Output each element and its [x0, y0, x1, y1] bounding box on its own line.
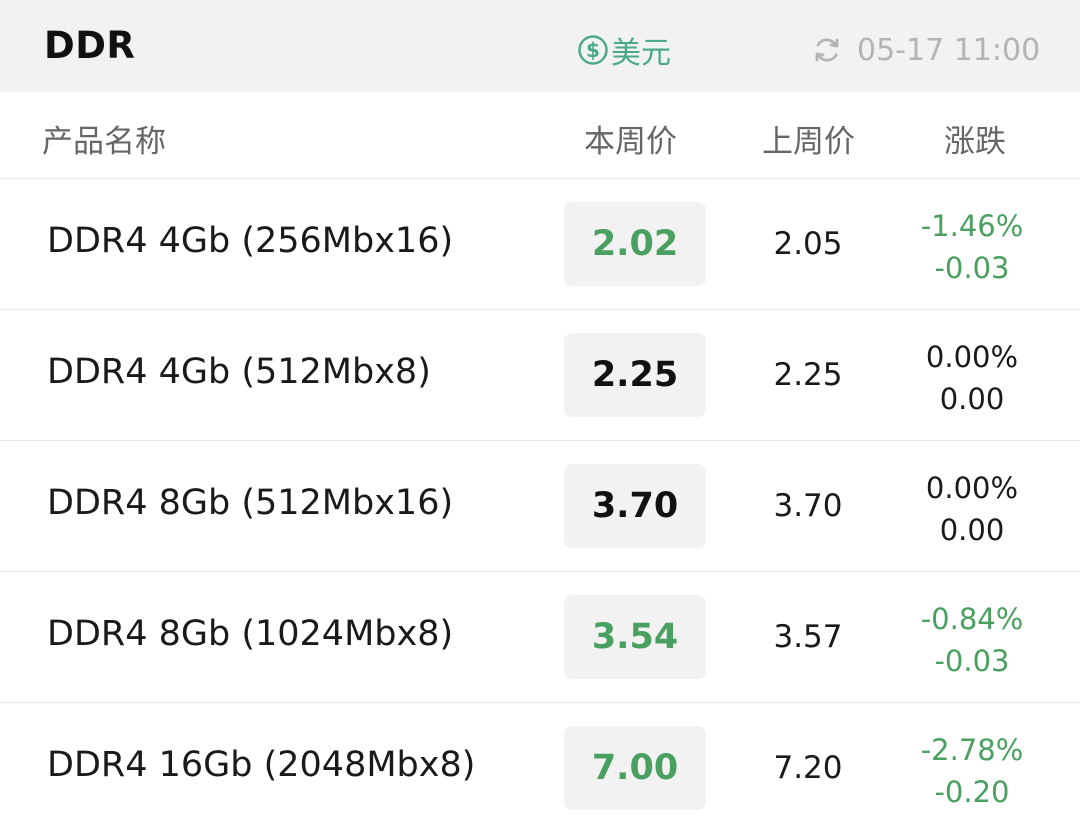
change-amount: 0.00 — [939, 382, 1005, 416]
price-change: -2.78% -0.20 — [900, 729, 1044, 813]
product-name: DDR4 16Gb (2048Mbx8) — [47, 745, 476, 785]
column-header-last-week[interactable]: 上周价 — [762, 116, 855, 161]
last-week-price: 7.20 — [773, 750, 843, 786]
column-header-this-week[interactable]: 本周价 — [584, 116, 677, 161]
price-change: -0.84% -0.03 — [900, 598, 1044, 682]
change-amount: 0.00 — [939, 513, 1005, 547]
table-row[interactable]: DDR4 4Gb (256Mbx16) 2.02 2.05 -1.46% -0.… — [0, 179, 1080, 310]
change-percent: -2.78% — [920, 733, 1024, 767]
change-amount: -0.03 — [934, 251, 1010, 285]
this-week-price: 3.54 — [564, 595, 706, 679]
price-change: 0.00% 0.00 — [900, 336, 1044, 420]
price-change: 0.00% 0.00 — [900, 467, 1044, 551]
table-row[interactable]: DDR4 16Gb (2048Mbx8) 7.00 7.20 -2.78% -0… — [0, 703, 1080, 833]
page-title: DDR — [44, 24, 136, 67]
this-week-price: 2.25 — [564, 333, 706, 417]
column-header-change[interactable]: 涨跌 — [944, 116, 1006, 161]
refresh-control[interactable]: 05-17 11:00 — [811, 30, 1040, 70]
table-header: 产品名称 本周价 上周价 涨跌 — [0, 92, 1080, 179]
refresh-icon — [815, 38, 839, 62]
change-percent: -0.84% — [920, 602, 1024, 636]
updated-time: 05-17 11:00 — [857, 32, 1041, 68]
change-percent: -1.46% — [920, 209, 1024, 243]
currency-toggle[interactable]: $ 美元 — [577, 30, 671, 71]
table-row[interactable]: DDR4 4Gb (512Mbx8) 2.25 2.25 0.00% 0.00 — [0, 310, 1080, 441]
column-header-name: 产品名称 — [42, 124, 166, 160]
dollar-circle-icon: $ — [578, 35, 608, 65]
last-week-price: 3.70 — [773, 488, 843, 524]
svg-text:$: $ — [586, 38, 600, 62]
product-name: DDR4 8Gb (512Mbx16) — [47, 483, 454, 523]
table-row[interactable]: DDR4 8Gb (512Mbx16) 3.70 3.70 0.00% 0.00 — [0, 441, 1080, 572]
change-amount: -0.20 — [934, 775, 1010, 809]
this-week-price: 3.70 — [564, 464, 706, 548]
change-percent: 0.00% — [925, 471, 1019, 505]
last-week-price: 2.25 — [773, 357, 843, 393]
change-percent: 0.00% — [925, 340, 1019, 374]
currency-label: 美元 — [611, 36, 671, 71]
top-bar: DDR $ 美元 05-17 11:00 — [0, 0, 1080, 92]
this-week-price: 2.02 — [564, 202, 706, 286]
product-name: DDR4 4Gb (512Mbx8) — [47, 352, 431, 392]
table-row[interactable]: DDR4 8Gb (1024Mbx8) 3.54 3.57 -0.84% -0.… — [0, 572, 1080, 703]
this-week-price: 7.00 — [564, 726, 706, 810]
last-week-price: 2.05 — [773, 226, 843, 262]
product-name: DDR4 8Gb (1024Mbx8) — [47, 614, 454, 654]
change-amount: -0.03 — [934, 644, 1010, 678]
last-week-price: 3.57 — [773, 619, 843, 655]
product-name: DDR4 4Gb (256Mbx16) — [47, 221, 454, 261]
price-change: -1.46% -0.03 — [900, 205, 1044, 289]
